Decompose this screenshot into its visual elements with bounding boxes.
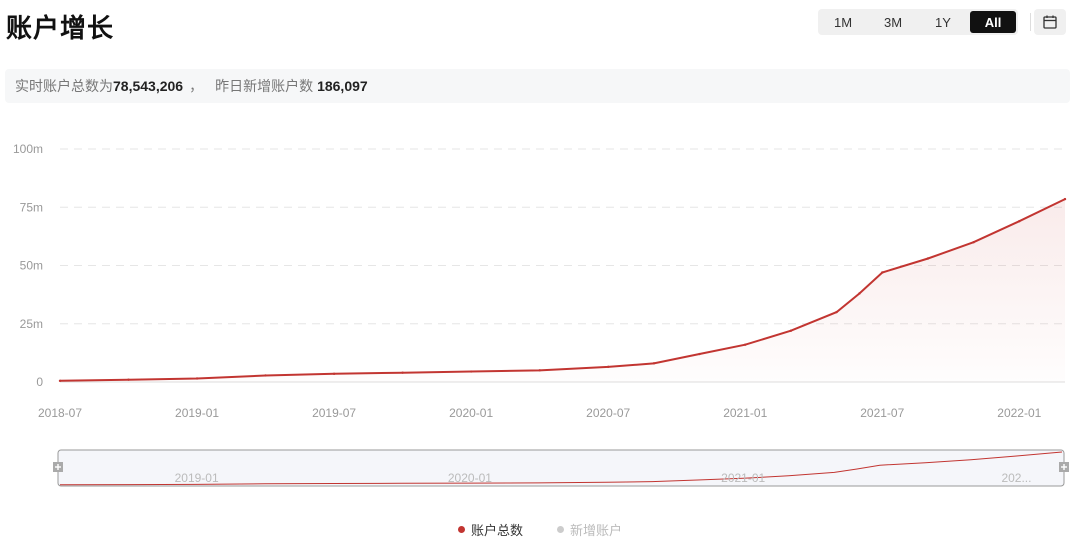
data-point (881, 271, 884, 274)
x-tick-label: 2019-01 (175, 406, 219, 420)
x-tick-label: 2022-01 (997, 406, 1041, 420)
series-total-area (60, 199, 1065, 382)
data-point (401, 371, 404, 374)
y-tick-label: 50m (20, 259, 43, 273)
y-tick-label: 100m (13, 142, 43, 156)
data-point (469, 370, 473, 373)
legend-item-new[interactable]: 新增账户 (557, 520, 622, 539)
x-tick-label: 2019-07 (312, 406, 356, 420)
data-point (606, 365, 610, 369)
data-point (698, 352, 701, 356)
x-tick-label: 2018-07 (38, 406, 82, 420)
x-tick-label: 2020-01 (449, 406, 493, 420)
navigator-label: 202... (1001, 471, 1031, 485)
data-point (1018, 220, 1021, 223)
data-point (332, 372, 336, 376)
data-point (972, 241, 975, 244)
data-point (835, 310, 838, 314)
x-tick-label: 2020-07 (586, 406, 630, 420)
data-point (1063, 197, 1067, 201)
data-point (652, 362, 656, 365)
navigator-right-handle[interactable] (1059, 462, 1069, 472)
data-point (744, 343, 747, 346)
data-point (264, 374, 267, 377)
data-point (195, 377, 199, 380)
x-tick-label: 2021-07 (860, 406, 904, 420)
navigator-label: 2020-01 (448, 471, 492, 485)
navigator-label: 2019-01 (175, 471, 219, 485)
y-tick-label: 75m (20, 200, 43, 214)
data-point (926, 257, 930, 260)
navigator-left-handle[interactable] (53, 462, 63, 472)
account-growth-chart: 0 25m 50m 75m 100m 2018-07 2019-01 2019-07 2020… (13, 142, 1069, 487)
data-point (127, 378, 130, 381)
legend-label-total: 账户总数 (470, 524, 523, 539)
data-point (789, 329, 793, 332)
legend-label-new: 新增账户 (570, 524, 623, 539)
y-tick-label: 0 (36, 375, 43, 389)
legend-dot-new (557, 526, 564, 533)
legend-item-total[interactable]: 账户总数 (457, 520, 523, 539)
x-tick-label: 2021-01 (723, 406, 767, 420)
navigator-label: 2021-01 (721, 471, 765, 485)
data-point (58, 379, 62, 383)
chart-legend: 账户总数 新增账户 (0, 520, 1080, 539)
data-point (538, 369, 541, 372)
data-point (858, 292, 861, 295)
legend-dot-total (457, 526, 465, 533)
y-tick-label: 25m (20, 317, 43, 331)
range-navigator[interactable]: 2019-01 2020-01 2021-01 202... (53, 449, 1069, 487)
